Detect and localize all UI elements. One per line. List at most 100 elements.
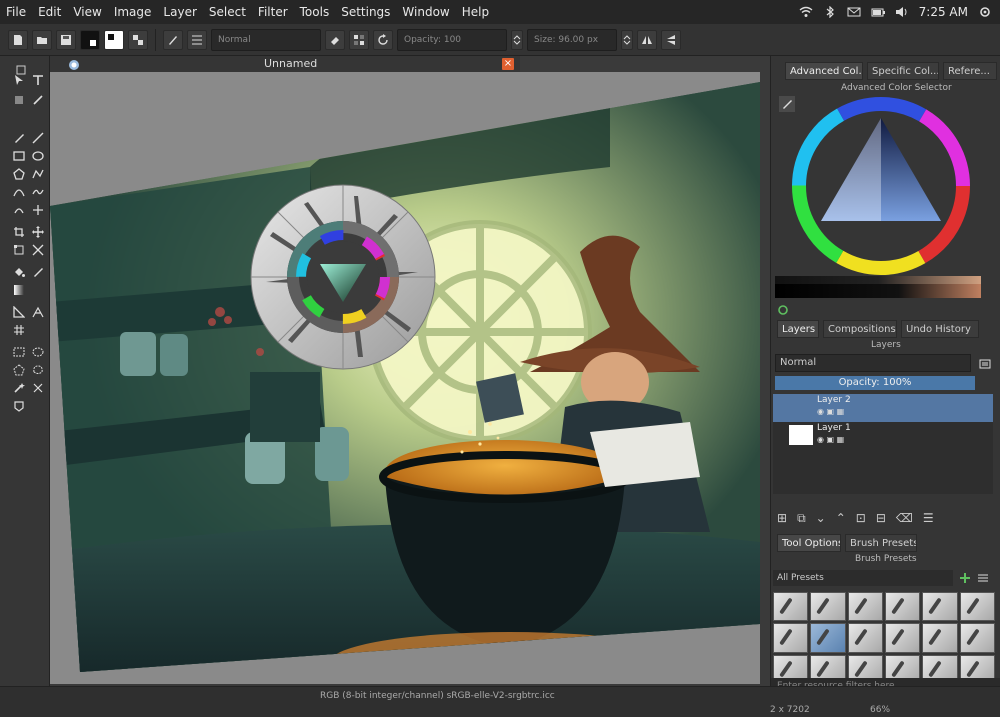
volume-icon[interactable] <box>895 6 909 18</box>
menu-help[interactable]: Help <box>456 0 495 24</box>
move-tool-icon[interactable] <box>30 224 46 240</box>
rectangle-tool-icon[interactable] <box>11 148 27 164</box>
battery-icon[interactable] <box>871 6 885 18</box>
assistant-tool-icon[interactable] <box>11 304 27 320</box>
polyline-tool-icon[interactable] <box>30 166 46 182</box>
canvas-area[interactable] <box>50 72 760 684</box>
wifi-icon[interactable] <box>799 6 813 18</box>
ellipse-select-icon[interactable] <box>30 344 46 360</box>
brush-preset-thumb[interactable] <box>773 592 809 622</box>
pattern-icon[interactable] <box>128 29 148 50</box>
bezier-tool-icon[interactable] <box>11 184 27 200</box>
dynamic-brush-icon[interactable] <box>11 202 27 218</box>
tab-undo-history[interactable]: Undo History <box>901 320 979 338</box>
layer-menu-icon[interactable]: ☰ <box>923 511 934 525</box>
freehand-select-icon[interactable] <box>30 362 46 378</box>
brush-preset-thumb[interactable] <box>959 592 995 622</box>
brush-preset-thumb-selected[interactable] <box>810 623 846 653</box>
tab-tool-options[interactable]: Tool Options <box>777 534 841 552</box>
brush-editor-icon[interactable] <box>187 29 207 50</box>
menu-edit[interactable]: Edit <box>32 0 67 24</box>
mirror-horizontal-icon[interactable] <box>637 29 657 50</box>
power-gear-icon[interactable] <box>978 6 992 18</box>
tab-advanced-color[interactable]: Advanced Col... <box>785 62 863 80</box>
tab-compositions[interactable]: Compositions <box>823 320 897 338</box>
bluetooth-icon[interactable] <box>823 5 837 19</box>
brush-preset-thumb[interactable] <box>773 623 809 653</box>
polygon-select-icon[interactable] <box>11 362 27 378</box>
blend-mode-select[interactable]: Normal <box>211 28 321 51</box>
size-stepper[interactable] <box>621 29 633 50</box>
brush-preset-thumb[interactable] <box>884 592 921 622</box>
brush-preset-thumb[interactable] <box>884 623 921 653</box>
fill-tool-icon[interactable] <box>11 264 27 280</box>
rect-select-icon[interactable] <box>11 344 27 360</box>
layer-visibility-icon[interactable]: ◉ ▣ ▦ <box>817 407 844 416</box>
calligraphy-icon[interactable] <box>30 92 46 108</box>
menu-view[interactable]: View <box>67 0 107 24</box>
brush-preset-thumb[interactable] <box>922 592 958 622</box>
contiguous-select-icon[interactable] <box>11 380 27 396</box>
brush-preset-icon[interactable] <box>163 29 183 50</box>
menu-file[interactable]: File <box>0 0 32 24</box>
refresh-icon[interactable] <box>775 302 791 318</box>
open-folder-icon[interactable] <box>32 29 52 50</box>
mail-icon[interactable] <box>847 6 861 18</box>
crop-tool-icon[interactable] <box>11 224 27 240</box>
menu-window[interactable]: Window <box>396 0 455 24</box>
brush-preset-thumb[interactable] <box>959 623 995 653</box>
preset-menu-icon[interactable] <box>975 570 991 586</box>
layer-opacity-slider[interactable]: Opacity: 100% <box>775 376 975 390</box>
brush-preset-thumb[interactable] <box>810 592 846 622</box>
polygon-tool-icon[interactable] <box>11 166 27 182</box>
layer-row[interactable]: Layer 2 ◉ ▣ ▦ <box>773 394 993 422</box>
freehand-path-icon[interactable] <box>30 184 46 200</box>
move-down-icon[interactable]: ⌄ <box>816 511 826 525</box>
brush-preset-thumb[interactable] <box>847 623 883 653</box>
add-layer-icon[interactable]: ⊞ <box>777 511 787 525</box>
merge-layer-icon[interactable]: ⊟ <box>876 511 886 525</box>
layer-settings-icon[interactable] <box>977 356 993 372</box>
tab-specific-color[interactable]: Specific Col... <box>867 62 939 80</box>
painting-canvas[interactable] <box>50 72 760 684</box>
popup-palette[interactable] <box>248 182 438 372</box>
background-color-swatch[interactable] <box>104 29 124 50</box>
menu-image[interactable]: Image <box>108 0 158 24</box>
perspective-grid-icon[interactable] <box>30 304 46 320</box>
opacity-field[interactable]: Opacity: 100 <box>397 28 507 51</box>
alpha-lock-icon[interactable] <box>349 29 369 50</box>
eraser-mode-icon[interactable] <box>325 29 345 50</box>
line-tool-icon[interactable] <box>30 130 46 146</box>
brush-preset-thumb[interactable] <box>847 592 883 622</box>
select-shapes-icon[interactable] <box>11 72 27 88</box>
tab-brush-presets[interactable]: Brush Presets <box>845 534 917 552</box>
layer-row[interactable]: Layer 1 ◉ ▣ ▦ <box>773 422 993 450</box>
grid-tool-icon[interactable] <box>11 322 27 338</box>
menu-tools[interactable]: Tools <box>294 0 336 24</box>
color-wheel[interactable] <box>791 96 971 276</box>
zoom-level-label[interactable]: 66% <box>870 705 890 715</box>
duplicate-layer-icon[interactable]: ⧉ <box>797 511 806 526</box>
opacity-stepper[interactable] <box>511 29 523 50</box>
mirror-vertical-icon[interactable] <box>661 29 681 50</box>
similar-select-icon[interactable] <box>30 380 46 396</box>
menu-filter[interactable]: Filter <box>252 0 294 24</box>
multibrush-icon[interactable] <box>30 202 46 218</box>
clock[interactable]: 7:25 AM <box>919 5 968 19</box>
reload-preset-icon[interactable] <box>373 29 393 50</box>
save-icon[interactable] <box>56 29 76 50</box>
color-picker-icon[interactable] <box>30 264 46 280</box>
layer-blend-mode-select[interactable]: Normal <box>775 354 971 372</box>
new-document-icon[interactable] <box>8 29 28 50</box>
tab-layers[interactable]: Layers <box>777 320 819 338</box>
move-up-icon[interactable]: ⌃ <box>836 511 846 525</box>
tab-reference[interactable]: Refere... <box>943 62 997 80</box>
brush-preset-thumb[interactable] <box>922 623 958 653</box>
gradient-tool-icon[interactable] <box>11 282 27 298</box>
ellipse-tool-icon[interactable] <box>30 148 46 164</box>
transform-tool-icon[interactable] <box>11 242 27 258</box>
preset-filter-select[interactable]: All Presets <box>773 570 953 586</box>
text-tool-icon[interactable] <box>30 72 46 88</box>
freehand-brush-icon[interactable] <box>11 130 27 146</box>
menu-settings[interactable]: Settings <box>335 0 396 24</box>
